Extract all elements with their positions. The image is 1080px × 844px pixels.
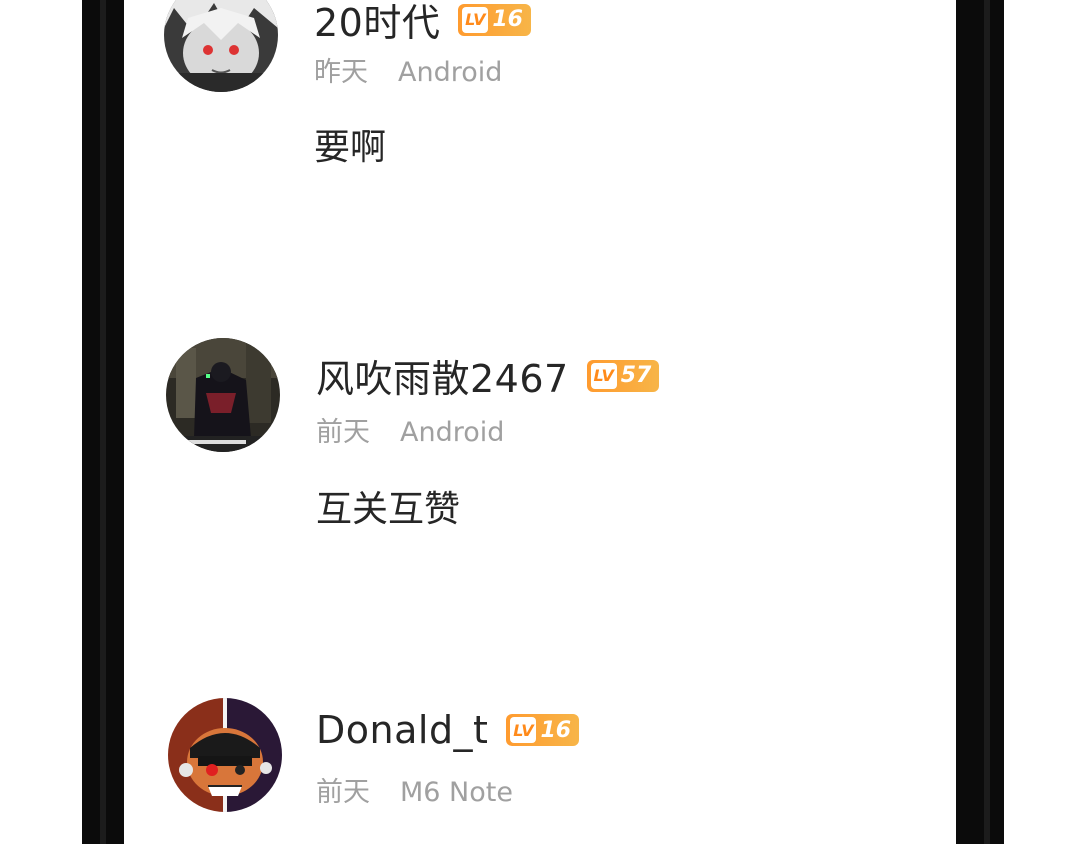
comment-time: 前天 bbox=[316, 777, 370, 808]
username[interactable]: Donald_t bbox=[316, 708, 488, 752]
comment-list[interactable]: 20时代 LV 16 昨天 Android 要啊 风吹雨散2467 LV 57 … bbox=[124, 0, 956, 844]
username[interactable]: 20时代 bbox=[314, 0, 440, 47]
phone-bezel-right bbox=[956, 0, 1004, 844]
comment-meta: 昨天 Android bbox=[314, 50, 502, 89]
comment-time: 前天 bbox=[316, 417, 370, 448]
level-badge-mark: LV bbox=[510, 717, 537, 743]
level-badge: LV 16 bbox=[506, 714, 580, 746]
comment-text: 互关互赞 bbox=[316, 489, 461, 530]
comment-meta: 前天 M6 Note bbox=[316, 770, 513, 809]
comment-device: Android bbox=[398, 57, 503, 88]
comment-text: 要啊 bbox=[314, 127, 387, 168]
phone-bezel-left bbox=[82, 0, 124, 844]
level-number: 57 bbox=[620, 363, 652, 388]
level-number: 16 bbox=[540, 717, 572, 743]
comment-device: Android bbox=[400, 417, 505, 448]
avatar[interactable] bbox=[168, 698, 282, 812]
avatar[interactable] bbox=[166, 338, 280, 452]
level-badge: LV 57 bbox=[586, 359, 660, 392]
level-badge-mark: LV bbox=[462, 6, 489, 33]
comment-time: 昨天 bbox=[314, 57, 368, 88]
level-badge: LV 16 bbox=[458, 3, 531, 36]
avatar[interactable] bbox=[164, 0, 278, 92]
username[interactable]: 风吹雨散2467 bbox=[316, 348, 569, 403]
level-number: 16 bbox=[492, 7, 523, 32]
level-badge-mark: LV bbox=[590, 362, 617, 389]
comment-device: M6 Note bbox=[400, 777, 513, 808]
comment-meta: 前天 Android bbox=[316, 410, 504, 449]
